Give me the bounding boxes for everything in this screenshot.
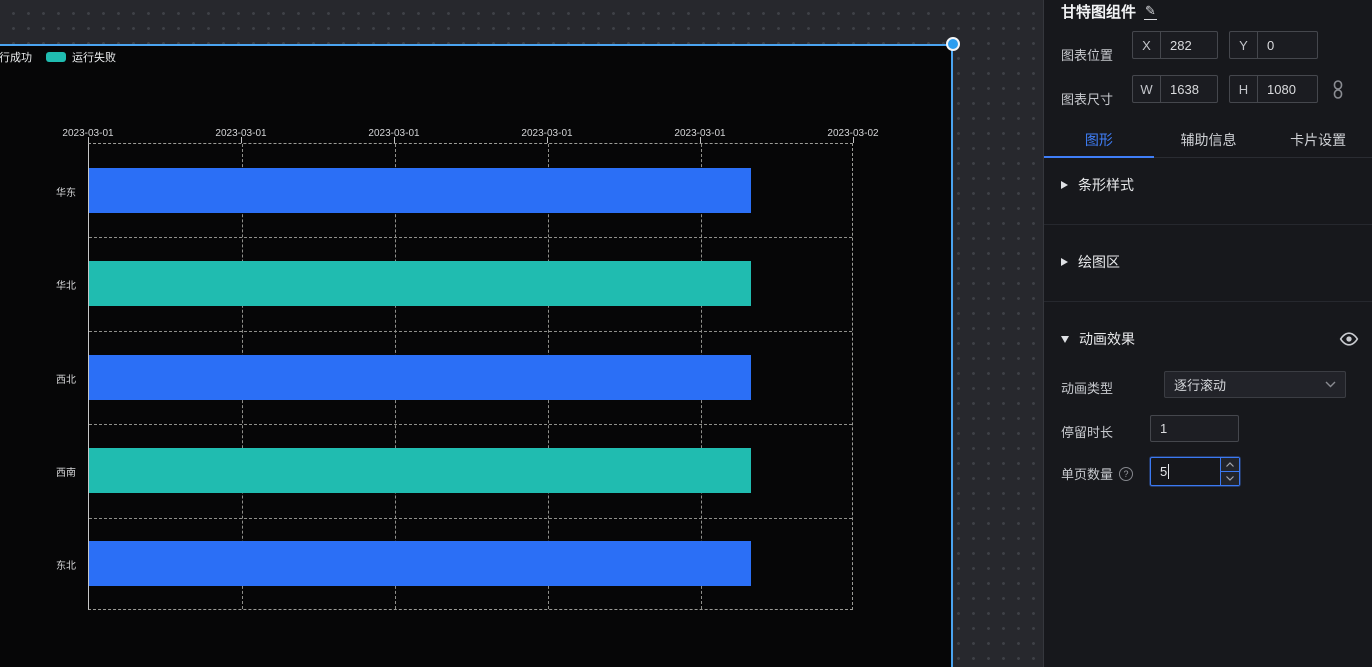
gantt-bar-xinan xyxy=(89,448,751,493)
w-prefix: W xyxy=(1133,76,1161,102)
section-bar-style[interactable]: 条形样式 xyxy=(1061,170,1134,200)
section-animation[interactable]: 动画效果 xyxy=(1061,324,1135,354)
collapse-arrow-icon xyxy=(1061,181,1068,189)
tab-auxiliary-info[interactable]: 辅助信息 xyxy=(1154,122,1264,157)
h-prefix: H xyxy=(1230,76,1258,102)
w-value: 1638 xyxy=(1161,76,1217,102)
tab-graphic[interactable]: 图形 xyxy=(1044,122,1154,157)
tab-card-settings[interactable]: 卡片设置 xyxy=(1263,122,1372,157)
legend-label-fail: 运行失败 xyxy=(72,49,116,65)
legend-label-success: 运行成功 xyxy=(0,49,32,65)
y-prefix: Y xyxy=(1230,32,1258,58)
y-axis-label: 西南 xyxy=(2,464,82,479)
position-label: 图表位置 xyxy=(1061,45,1113,64)
gantt-bar-huadong xyxy=(89,168,751,213)
page-size-value: 5 xyxy=(1160,464,1167,479)
app-root: 运行成功 运行失败 2023-03-01 2023-03-01 2023-03-… xyxy=(0,0,1372,667)
stepper-down-button[interactable] xyxy=(1221,472,1239,485)
animation-type-select[interactable]: 逐行滚动 xyxy=(1164,371,1346,398)
number-stepper xyxy=(1220,458,1239,485)
stepper-up-button[interactable] xyxy=(1221,458,1239,472)
size-w-input[interactable]: W 1638 xyxy=(1132,75,1218,103)
duration-label: 停留时长 xyxy=(1061,422,1113,441)
properties-panel: 甘特图组件 ✎ 图表位置 X 282 Y 0 图表尺寸 W 1638 H 108… xyxy=(1043,0,1372,667)
section-plot-area[interactable]: 绘图区 xyxy=(1061,247,1120,277)
axis-tick xyxy=(853,137,854,143)
y-axis-label: 西北 xyxy=(2,371,82,386)
y-axis-label: 东北 xyxy=(2,557,82,572)
visibility-eye-icon[interactable] xyxy=(1339,331,1359,347)
legend-swatch-fail xyxy=(46,52,66,62)
gantt-bar-dongbei xyxy=(89,541,751,586)
x-value: 282 xyxy=(1161,32,1217,58)
duration-input[interactable]: 1 xyxy=(1150,415,1239,442)
section-bar-style-label: 条形样式 xyxy=(1078,175,1134,195)
chevron-down-icon xyxy=(1325,381,1336,388)
section-divider xyxy=(1044,301,1372,302)
component-title-text: 甘特图组件 xyxy=(1061,1,1136,22)
position-y-input[interactable]: Y 0 xyxy=(1229,31,1318,59)
animation-type-label: 动画类型 xyxy=(1061,378,1113,397)
position-x-input[interactable]: X 282 xyxy=(1132,31,1218,59)
gridline-horizontal xyxy=(89,237,852,238)
size-h-input[interactable]: H 1080 xyxy=(1229,75,1318,103)
component-title: 甘特图组件 ✎ xyxy=(1061,1,1157,22)
selection-resize-handle[interactable] xyxy=(946,37,960,51)
page-size-input[interactable]: 5 xyxy=(1150,457,1240,486)
page-size-label: 单页数量 xyxy=(1061,464,1113,483)
gantt-bar-xibei xyxy=(89,355,751,400)
edit-title-icon[interactable]: ✎ xyxy=(1144,4,1157,20)
y-axis-label: 华东 xyxy=(2,184,82,199)
section-plot-area-label: 绘图区 xyxy=(1078,252,1120,272)
gantt-bar-huabei xyxy=(89,261,751,306)
gridline-horizontal xyxy=(89,518,852,519)
expand-arrow-icon xyxy=(1061,336,1069,343)
gridline-horizontal xyxy=(89,424,852,425)
y-value: 0 xyxy=(1258,32,1317,58)
gridline-horizontal xyxy=(89,331,852,332)
help-question-icon[interactable]: ? xyxy=(1119,467,1133,481)
x-prefix: X xyxy=(1133,32,1161,58)
aspect-ratio-link-icon[interactable] xyxy=(1331,80,1345,99)
page-size-label-row: 单页数量 ? xyxy=(1061,464,1133,483)
y-axis-label: 华北 xyxy=(2,277,82,292)
section-animation-label: 动画效果 xyxy=(1079,329,1135,349)
h-value: 1080 xyxy=(1258,76,1317,102)
animation-type-value: 逐行滚动 xyxy=(1174,375,1226,394)
panel-tabs: 图形 辅助信息 卡片设置 xyxy=(1044,122,1372,158)
collapse-arrow-icon xyxy=(1061,258,1068,266)
editor-canvas[interactable]: 运行成功 运行失败 2023-03-01 2023-03-01 2023-03-… xyxy=(0,0,1043,667)
duration-value: 1 xyxy=(1160,421,1167,436)
gantt-chart-component[interactable]: 运行成功 运行失败 2023-03-01 2023-03-01 2023-03-… xyxy=(0,44,953,667)
chart-legend: 运行成功 运行失败 xyxy=(0,49,124,65)
size-label: 图表尺寸 xyxy=(1061,89,1113,108)
section-divider xyxy=(1044,224,1372,225)
plot-area xyxy=(88,143,853,610)
text-caret xyxy=(1168,464,1169,479)
